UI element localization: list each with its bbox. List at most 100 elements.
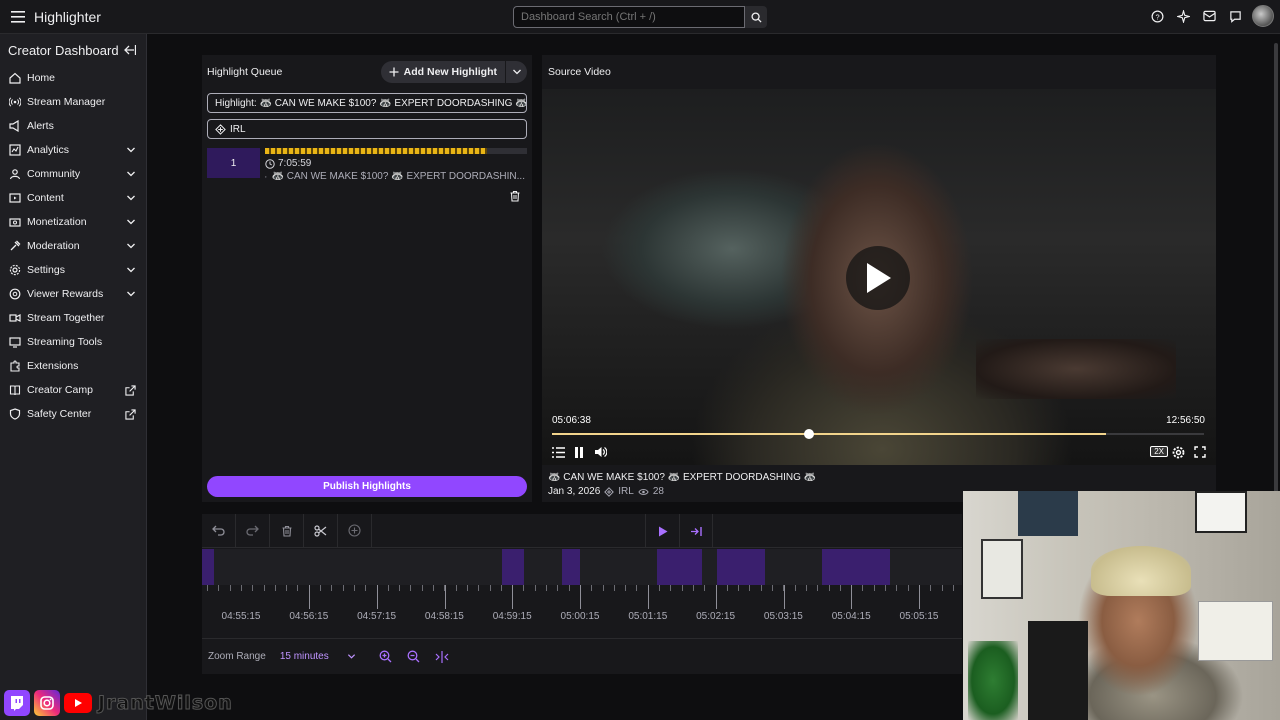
ruler-minor-tick xyxy=(896,585,898,591)
delete-clip-button[interactable] xyxy=(509,190,521,202)
fullscreen-icon[interactable] xyxy=(1192,445,1208,459)
sidebar-item-home[interactable]: Home xyxy=(0,66,146,90)
clip-title-text: 🦝 CAN WE MAKE $100? 🦝 EXPERT DOORDASHIN.… xyxy=(271,171,526,182)
dashboard-search xyxy=(513,6,767,28)
sidebar-item-extensions[interactable]: Extensions xyxy=(0,354,146,378)
sidebar-item-viewer-rewards[interactable]: Viewer Rewards xyxy=(0,282,146,306)
ruler-tick-label: 05:04:15 xyxy=(831,611,871,622)
ruler-major-tick xyxy=(851,585,853,609)
sidebar-item-safety-center[interactable]: Safety Center xyxy=(0,402,146,426)
ruler-minor-tick xyxy=(613,585,615,591)
whispers-icon[interactable] xyxy=(1226,5,1244,27)
timeline-ruler[interactable]: 04:55:15 04:56:15 04:57:15 04:58:15 04:59:15… xyxy=(202,585,962,637)
add-new-highlight-button[interactable]: Add New Highlight xyxy=(389,66,505,78)
highlight-title-input[interactable]: Highlight: 🦝 CAN WE MAKE $100? 🦝 EXPERT … xyxy=(207,93,527,113)
timeline-highlight-segment[interactable] xyxy=(657,549,702,585)
sidebar-item-settings[interactable]: Settings xyxy=(0,258,146,282)
timeline-track[interactable] xyxy=(202,549,962,585)
ruler-minor-tick xyxy=(625,585,627,591)
ruler-minor-tick xyxy=(342,585,344,591)
category-input[interactable]: IRL xyxy=(207,119,527,139)
sidebar-item-label: Moderation xyxy=(27,240,80,252)
timeline-highlight-segment[interactable] xyxy=(562,549,580,585)
pause-icon[interactable] xyxy=(571,445,587,459)
add-segment-button[interactable] xyxy=(338,513,372,548)
undo-icon xyxy=(212,525,225,536)
ruler-minor-tick xyxy=(455,585,457,591)
fit-to-view-button[interactable] xyxy=(432,647,452,667)
chevron-down-icon xyxy=(127,171,135,177)
ruler-minor-tick xyxy=(297,585,299,591)
timeline-play-button[interactable] xyxy=(645,514,679,548)
timeline-footer: Zoom Range 15 minutes xyxy=(202,638,962,674)
sidebar-item-moderation[interactable]: Moderation xyxy=(0,234,146,258)
sparkle-icon[interactable] xyxy=(1174,5,1192,27)
play-button[interactable] xyxy=(846,246,910,310)
sidebar-item-stream-together[interactable]: Stream Together xyxy=(0,306,146,330)
avatar[interactable] xyxy=(1252,5,1274,27)
views-eye-icon xyxy=(638,488,649,495)
add-highlight-dropdown-button[interactable] xyxy=(505,61,527,83)
sidebar-item-label: Safety Center xyxy=(27,408,92,420)
zoom-in-button[interactable] xyxy=(376,647,396,667)
chevron-down-icon xyxy=(127,219,135,225)
title-icon xyxy=(265,175,267,178)
sidebar-item-streaming-tools[interactable]: Streaming Tools xyxy=(0,330,146,354)
trash-icon xyxy=(282,525,291,537)
video-title-text: 🦝 CAN WE MAKE $100? 🦝 EXPERT DOORDASHING… xyxy=(548,472,817,483)
sidebar-item-stream-manager[interactable]: Stream Manager xyxy=(0,90,146,114)
timeline-highlight-segment[interactable] xyxy=(822,549,890,585)
twitch-logo-icon xyxy=(4,690,30,716)
playback-speed-badge[interactable]: 2X xyxy=(1150,446,1168,457)
timeline-toolbar xyxy=(202,513,962,548)
ruler-major-tick xyxy=(715,585,717,609)
chevron-down-icon xyxy=(347,654,355,659)
settings-gear-icon[interactable] xyxy=(1170,445,1186,459)
sidebar-item-alerts[interactable]: Alerts xyxy=(0,114,146,138)
skip-to-end-button[interactable] xyxy=(679,514,713,548)
menu-icon[interactable] xyxy=(6,5,30,29)
ruler-minor-tick xyxy=(794,585,796,591)
zoom-range-select[interactable]: 15 minutes xyxy=(280,651,362,662)
inbox-icon[interactable] xyxy=(1200,5,1218,27)
play-icon xyxy=(658,526,667,536)
highlight-clip-item[interactable]: 1 7:05:59 🦝 CAN WE MAKE $100? 🦝 EXPERT D… xyxy=(207,148,527,202)
sidebar-item-creator-camp[interactable]: Creator Camp xyxy=(0,378,146,402)
sidebar-item-content[interactable]: Content xyxy=(0,186,146,210)
redo-button[interactable] xyxy=(236,513,270,548)
playlist-icon[interactable] xyxy=(550,445,566,459)
sidebar-item-label: Community xyxy=(27,168,81,180)
home-icon xyxy=(8,72,21,85)
ruler-minor-tick xyxy=(602,585,604,591)
search-input[interactable] xyxy=(513,6,745,28)
search-button[interactable] xyxy=(745,6,767,28)
ruler-minor-tick xyxy=(805,585,807,591)
ruler-minor-tick xyxy=(557,585,559,591)
undo-button[interactable] xyxy=(202,513,236,548)
split-button[interactable] xyxy=(304,513,338,548)
sidebar-item-analytics[interactable]: Analytics xyxy=(0,138,146,162)
ruler-minor-tick xyxy=(941,585,943,591)
ruler-minor-tick xyxy=(862,585,864,591)
ruler-major-tick xyxy=(512,585,514,609)
sidebar-item-monetization[interactable]: Monetization xyxy=(0,210,146,234)
seek-bar[interactable] xyxy=(552,429,1204,439)
trash-icon xyxy=(510,190,520,202)
ruler-tick-label: 05:03:15 xyxy=(763,611,803,622)
timeline-highlight-segment[interactable] xyxy=(202,549,214,585)
video-player[interactable]: 05:06:38 12:56:50 2X xyxy=(542,89,1216,465)
zoom-out-button[interactable] xyxy=(404,647,424,667)
collapse-sidebar-icon[interactable] xyxy=(124,45,136,55)
timeline-highlight-segment[interactable] xyxy=(502,549,524,585)
sidebar-item-community[interactable]: Community xyxy=(0,162,146,186)
help-icon[interactable]: ? xyxy=(1148,5,1166,27)
publish-highlights-button[interactable]: Publish Highlights xyxy=(207,476,527,497)
volume-icon[interactable] xyxy=(592,445,608,459)
ruler-minor-tick xyxy=(286,585,288,591)
timeline-highlight-segment[interactable] xyxy=(717,549,765,585)
source-video-panel: Source Video 05:06:38 12:56:50 2X 🦝 CAN … xyxy=(542,55,1216,502)
svg-text:?: ? xyxy=(1155,12,1159,21)
delete-segment-button[interactable] xyxy=(270,513,304,548)
seek-thumb[interactable] xyxy=(803,429,814,439)
video-category: IRL xyxy=(618,486,634,497)
